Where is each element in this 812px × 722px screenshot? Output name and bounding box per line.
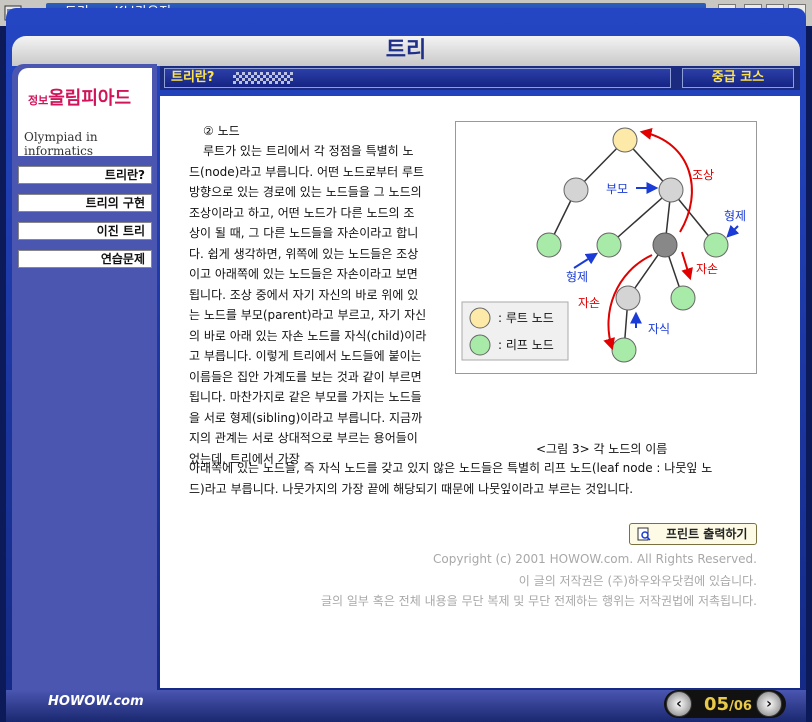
- leaf-node: [611, 337, 637, 363]
- legend-root-label: : 루트 노드: [498, 311, 554, 325]
- legend-root-swatch: [469, 307, 491, 329]
- course-label: 중급 코스: [682, 68, 794, 88]
- content-line: 됩니다. 조상 중에서 자기 자신의 바로 위에 있: [189, 287, 419, 302]
- content-line: 드(node)라고 부릅니다. 어떤 노드로부터 루트: [189, 164, 425, 179]
- tree-figure: 조상 부모 형제 형제 자손 자손 자식 : 루트 노드 : 리프 노드: [455, 121, 757, 374]
- sidebar-item-binary-tree[interactable]: 이진 트리: [18, 222, 152, 240]
- section-title-box: 트리란?: [164, 68, 671, 88]
- logo-english: Olympiad in informatics: [24, 130, 98, 158]
- descendant-label-left: 자손: [578, 296, 600, 310]
- content-line: 조상이라고 하고, 어떤 노드가 다른 노드의 조: [189, 205, 415, 220]
- content-line: 상이 될 때, 그 다른 노드들을 자손이라고 합니: [189, 226, 419, 240]
- sibling-arrow-right: [726, 224, 740, 238]
- leaf-node: [703, 232, 729, 258]
- browser-window: ⊣ :: 트리 :: - K브라우저 ? - □ × 트리 정보올림피아드 Ol…: [0, 0, 812, 722]
- content-line: 이름들은 집안 가계도를 보는 것과 같이 부르면: [189, 369, 422, 384]
- sibling-label-left: 형제: [566, 270, 588, 284]
- content-line: 고 부릅니다. 이렇게 트리에서 노드들에 붙이는: [189, 349, 422, 363]
- print-button[interactable]: 프린트 출력하기: [629, 523, 757, 545]
- printer-icon: [637, 527, 651, 541]
- child-label: 자식: [648, 322, 670, 336]
- content-full-line-1: 아래쪽에 있는 노드들, 즉 자식 노드를 갖고 있지 않은 노드들은 특별히 …: [189, 461, 713, 475]
- tree-diagram: 조상 부모 형제 형제 자손 자손 자식 : 루트 노드 : 리프 노드: [461, 127, 746, 363]
- leaf-node: [670, 285, 696, 311]
- legend-leaf-swatch: [469, 334, 491, 356]
- content-line: 이고 아래쪽에 있는 노드들은 자손이라고 보면: [189, 267, 418, 281]
- section-title: 트리란?: [171, 70, 215, 85]
- child-node: [615, 285, 641, 311]
- content-line: 루트가 있는 트리에서 각 정점을 특별히 노: [203, 144, 414, 158]
- parent-node: [658, 177, 684, 203]
- next-page-button[interactable]: ›: [756, 691, 782, 717]
- leaf-node: [536, 232, 562, 258]
- content-line: 을 서로 형제(sibling)이라고 부릅니다. 지금까: [189, 410, 423, 425]
- checker-pattern: [233, 72, 293, 84]
- print-button-label: 프린트 출력하기: [666, 527, 748, 541]
- sidebar-item-implementation[interactable]: 트리의 구현: [18, 194, 152, 212]
- content-line: 됩니다. 마찬가지로 같은 부모를 가지는 노드들: [189, 390, 422, 404]
- content-line: 지의 관계는 서로 상대적으로 부르는 용어들이: [189, 431, 418, 445]
- descendant-label-right: 자손: [696, 262, 718, 276]
- sidebar-item-what-is-tree[interactable]: 트리란?: [18, 166, 152, 184]
- content-heading: ② 노드: [203, 124, 240, 138]
- sidebar: [12, 64, 157, 704]
- content-line: 다. 쉽게 생각하면, 위쪽에 있는 노드들은 조상: [189, 246, 419, 261]
- ancestor-label: 조상: [692, 168, 714, 182]
- page-title: 트리: [385, 38, 427, 63]
- figure-caption: <그림 3> 각 노드의 이름: [536, 442, 668, 456]
- howow-logo[interactable]: HOWOW.com: [48, 694, 144, 709]
- tree-node: [563, 177, 589, 203]
- copyright-line-2: 이 글의 저작권은 (주)하우와우닷컴에 있습니다.: [518, 574, 757, 588]
- root-node: [612, 127, 638, 153]
- selected-node: [652, 232, 678, 258]
- sibling-label-right: 형제: [724, 209, 746, 223]
- legend-leaf-label: : 리프 노드: [498, 338, 554, 352]
- prev-page-button[interactable]: ‹: [666, 691, 692, 717]
- legend: : 루트 노드 : 리프 노드: [461, 301, 569, 361]
- descendant-arrow-right: [681, 251, 693, 281]
- content-line: 방향으로 있는 경로에 있는 노드들을 그 노드의: [189, 185, 422, 199]
- tree-edges: [548, 139, 717, 351]
- parent-label: 부모: [606, 182, 628, 196]
- sidebar-item-exercises[interactable]: 연습문제: [18, 250, 152, 268]
- copyright-line-1: Copyright (c) 2001 HOWOW.com. All Rights…: [433, 552, 757, 566]
- page-indicator: 05/06: [704, 694, 752, 715]
- content-line: 의 바로 아래 있는 자손 노드를 자식(child)이라: [189, 328, 427, 343]
- copyright-line-3: 글의 일부 혹은 전체 내용을 무단 복제 및 무단 전제하는 행위는 저작권법…: [321, 594, 757, 608]
- olympiad-logo[interactable]: 정보올림피아드 Olympiad in informatics: [18, 68, 152, 158]
- leaf-node: [596, 232, 622, 258]
- sibling-arrow-left: [573, 252, 599, 269]
- content-full-line-2: 드)라고 부릅니다. 나뭇가지의 가장 끝에 해당되기 때문에 나뭇잎이라고 부…: [189, 482, 634, 496]
- content-line: 는 노드를 부모(parent)라고 부르고, 자기 자신: [189, 308, 427, 322]
- logo-korean: 정보올림피아드: [28, 88, 132, 109]
